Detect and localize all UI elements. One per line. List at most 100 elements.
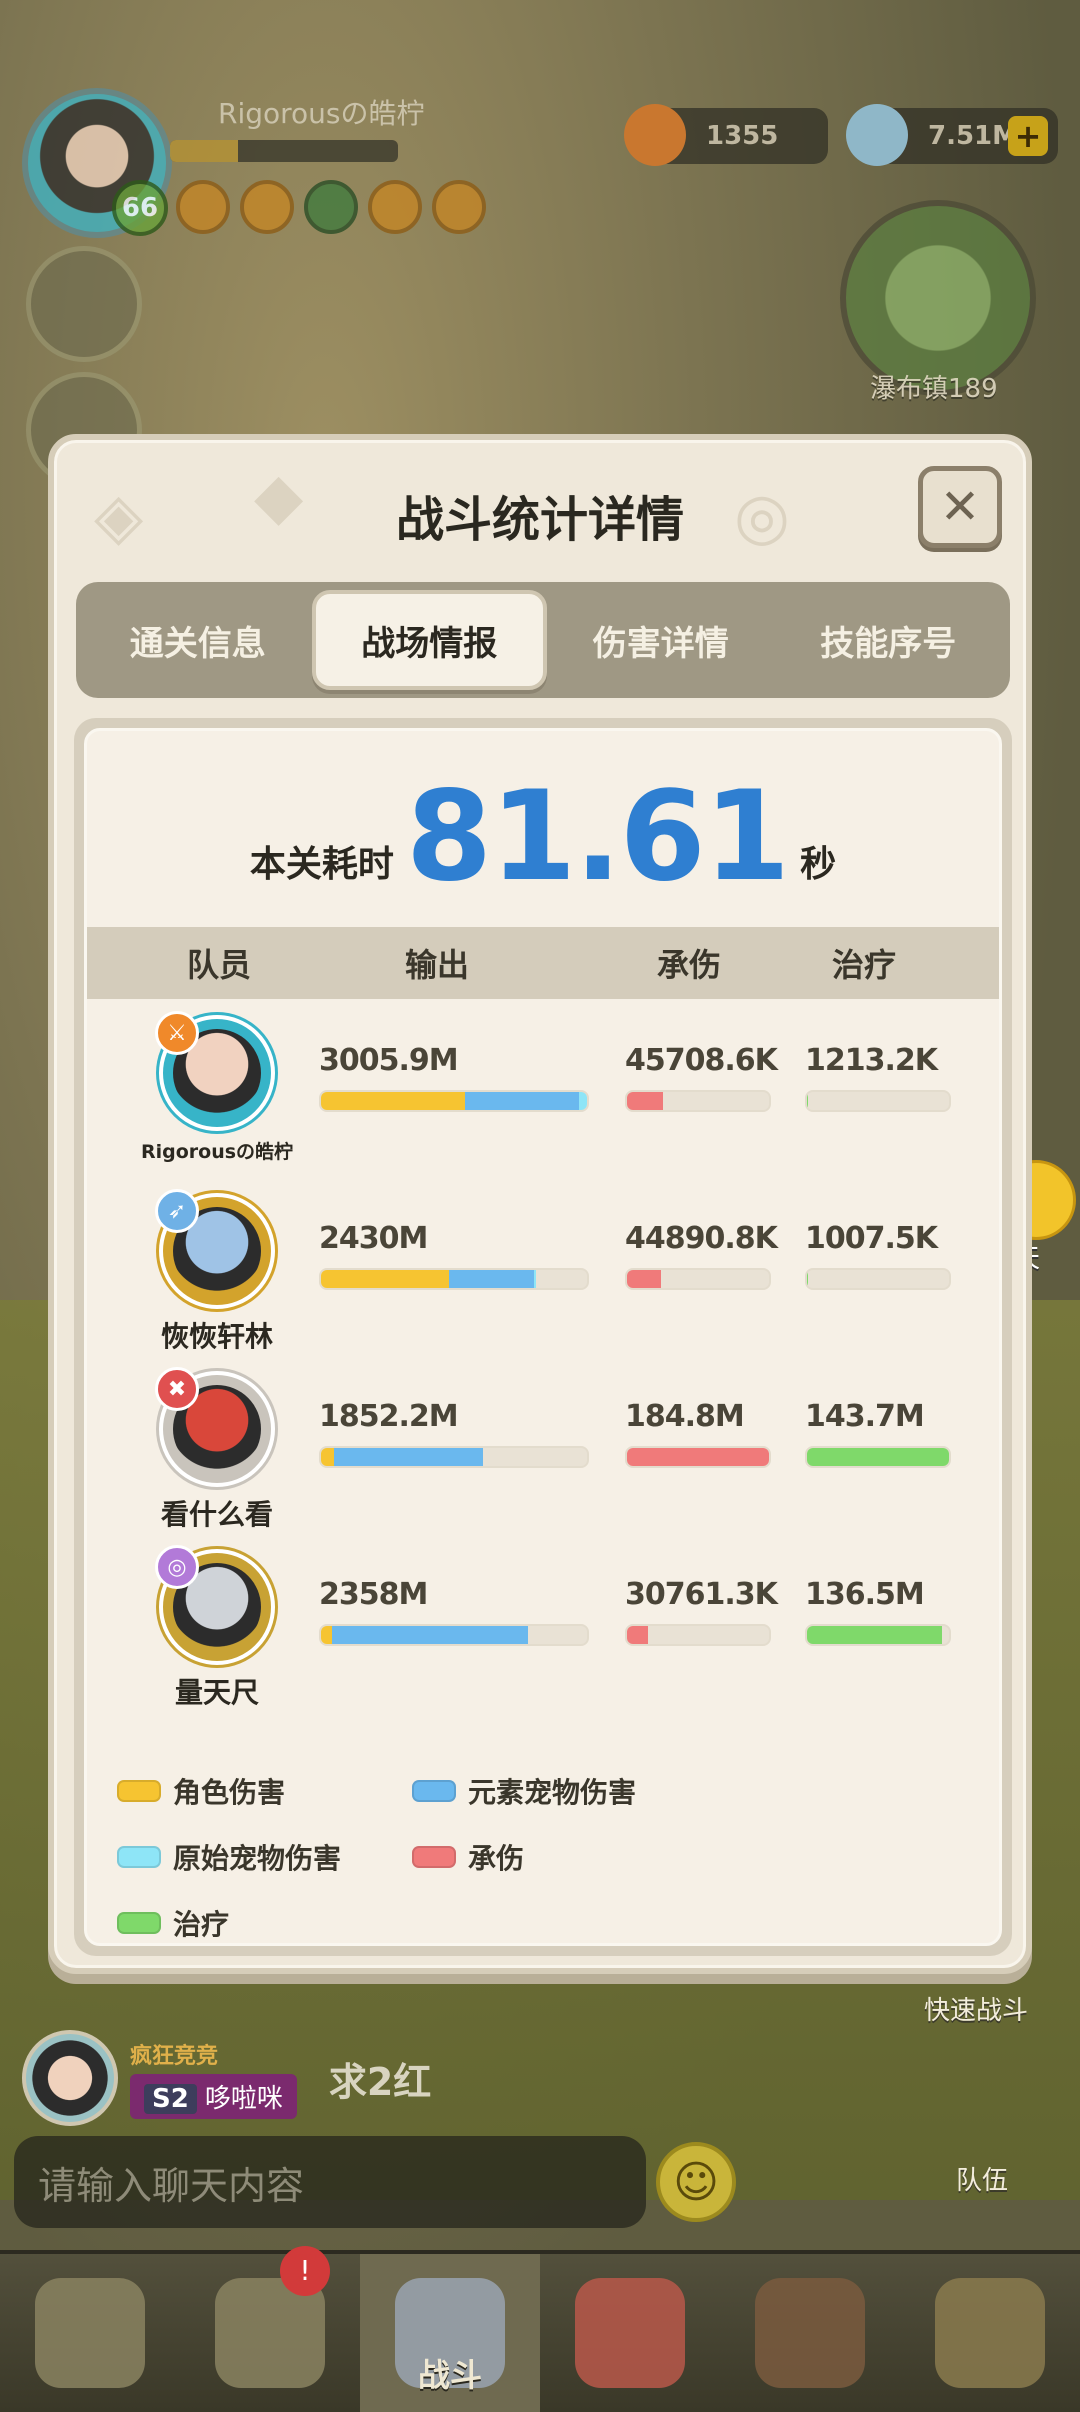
- damage-taken-stat: 184.8M: [625, 1399, 771, 1468]
- quick-battle-button[interactable]: 快速战斗: [924, 1990, 1028, 2027]
- legend-label: 原始宠物伤害: [173, 1842, 342, 1875]
- legend: 角色伤害 元素宠物伤害 原始宠物伤害 承伤 治疗: [117, 1771, 979, 1943]
- output-bar: [319, 1624, 589, 1646]
- output-bar: [319, 1268, 589, 1290]
- output-stat: 2430M: [319, 1221, 589, 1290]
- minimap[interactable]: [840, 200, 1036, 396]
- legend-swatch: [117, 1780, 161, 1802]
- gold-icon: [624, 104, 686, 166]
- member-cell[interactable]: ⚔ Rigorousの皓柠: [127, 1011, 307, 1164]
- shop-icon: [755, 2278, 865, 2388]
- add-diamond-button[interactable]: +: [1008, 116, 1048, 156]
- title-badge-icon[interactable]: [432, 180, 486, 234]
- diamond-icon: [846, 104, 908, 166]
- player-name: Rigorousの皓柠: [218, 97, 425, 130]
- avatar[interactable]: [22, 2030, 118, 2126]
- legend-item: 治疗: [117, 1903, 412, 1943]
- element-badge-icon: ✖: [155, 1367, 199, 1411]
- damage-taken-stat: 45708.6K: [625, 1043, 778, 1112]
- column-healing: 治疗: [832, 946, 897, 984]
- member-row: ➶ 恢恢轩林 2430M 44890.8K 1007.5K: [87, 1189, 999, 1371]
- member-row: ◎ 量天尺 2358M 30761.3K 136.5M: [87, 1545, 999, 1727]
- healing-bar: [805, 1446, 951, 1468]
- output-stat: 3005.9M: [319, 1043, 589, 1112]
- character-damage-segment: [321, 1626, 332, 1644]
- stats-panel-inner: 本关耗时 81.61 秒 队员 输出 承伤 治疗 ⚔ Rigorousの皓柠 300…: [84, 728, 1002, 1946]
- healing-stat: 1007.5K: [805, 1221, 951, 1290]
- time-value: 81.61: [405, 765, 790, 909]
- pet-shortcut[interactable]: [26, 246, 142, 362]
- damage-taken-value: 184.8M: [625, 1399, 745, 1434]
- output-value: 2358M: [319, 1577, 428, 1612]
- healing-bar: [805, 1624, 951, 1646]
- healing-stat: 143.7M: [805, 1399, 951, 1468]
- nav-item-character[interactable]: [0, 2254, 180, 2412]
- title-badge-icon[interactable]: [304, 180, 358, 234]
- title-badge-icon[interactable]: [368, 180, 422, 234]
- output-bar: [319, 1446, 589, 1468]
- emoji-button[interactable]: ☺: [656, 2142, 736, 2222]
- avatar: ⚔: [155, 1011, 275, 1131]
- output-value: 1852.2M: [319, 1399, 459, 1434]
- healing-value: 143.7M: [805, 1399, 925, 1434]
- close-button[interactable]: ✕: [918, 466, 1002, 548]
- smiley-icon: ☺: [673, 2156, 719, 2208]
- damage-taken-fill: [627, 1270, 662, 1288]
- output-bar: [319, 1090, 589, 1112]
- damage-taken-fill: [627, 1448, 769, 1466]
- member-row: ✖ 看什么看 1852.2M 184.8M 143.7M: [87, 1367, 999, 1549]
- character-damage-segment: [321, 1448, 335, 1466]
- element-pet-damage-segment: [464, 1092, 579, 1110]
- nav-item-hero[interactable]: !: [180, 2246, 360, 2412]
- element-pet-damage-segment: [334, 1448, 484, 1466]
- title-badge-icon[interactable]: [176, 180, 230, 234]
- player-exp-bar: [170, 140, 398, 162]
- member-cell[interactable]: ✖ 看什么看: [127, 1367, 307, 1533]
- nav-item-guild[interactable]: [900, 2254, 1080, 2412]
- primal-pet-damage-segment: [579, 1092, 587, 1110]
- table-header: 队员 输出 承伤 治疗: [87, 927, 999, 999]
- chat-input[interactable]: 请输入聊天内容: [14, 2136, 646, 2228]
- legend-swatch: [117, 1846, 161, 1868]
- battle-stats-modal: ◈ ◆ ◎ 战斗统计详情 ✕ 通关信息 战场情报 伤害详情 技能序号 本关耗时 …: [48, 434, 1032, 1974]
- chat-text: 求2红: [328, 2059, 432, 2104]
- legend-item: 元素宠物伤害: [412, 1771, 707, 1811]
- healing-fill: [807, 1448, 949, 1466]
- legend-item: 原始宠物伤害: [117, 1837, 412, 1877]
- character-damage-segment: [321, 1270, 449, 1288]
- diamond-value: 7.51M: [928, 121, 1019, 151]
- primal-pet-damage-segment: [533, 1270, 537, 1288]
- output-stat: 1852.2M: [319, 1399, 589, 1468]
- element-pet-damage-segment: [448, 1270, 534, 1288]
- diamond-counter[interactable]: 7.51M +: [846, 104, 1058, 166]
- gold-counter[interactable]: 1355: [624, 104, 828, 166]
- stats-panel: 本关耗时 81.61 秒 队员 输出 承伤 治疗 ⚔ Rigorousの皓柠 300…: [74, 718, 1012, 1956]
- damage-taken-bar: [625, 1446, 771, 1468]
- nav-item-pet[interactable]: [540, 2254, 720, 2412]
- avatar: ➶: [155, 1189, 275, 1309]
- title-badge-icon[interactable]: [240, 180, 294, 234]
- guild-icon: [935, 2278, 1045, 2388]
- tab-skill-order[interactable]: 技能序号: [775, 590, 1003, 690]
- member-cell[interactable]: ◎ 量天尺: [127, 1545, 307, 1711]
- member-cell[interactable]: ➶ 恢恢轩林: [127, 1189, 307, 1355]
- legend-label: 治疗: [173, 1908, 230, 1941]
- chat-message: 疯狂竞竞 S2 哆啦咪 求2红: [22, 2030, 431, 2126]
- gold-value: 1355: [706, 121, 779, 151]
- character-damage-segment: [321, 1092, 465, 1110]
- damage-taken-stat: 30761.3K: [625, 1577, 778, 1646]
- tab-damage-details[interactable]: 伤害详情: [547, 590, 775, 690]
- damage-taken-fill: [627, 1626, 649, 1644]
- legend-swatch: [117, 1912, 161, 1934]
- healing-stat: 136.5M: [805, 1577, 951, 1646]
- element-badge-icon: ⚔: [155, 1011, 199, 1055]
- tab-battlefield-intel[interactable]: 战场情报: [311, 590, 547, 690]
- healing-value: 1213.2K: [805, 1043, 938, 1078]
- nav-item-shop[interactable]: [720, 2254, 900, 2412]
- damage-taken-fill: [627, 1092, 663, 1110]
- tab-clear-info[interactable]: 通关信息: [84, 590, 312, 690]
- team-button[interactable]: 队伍: [956, 2160, 1008, 2197]
- character-icon: [35, 2278, 145, 2388]
- nav-item-battle[interactable]: 战斗: [360, 2254, 540, 2412]
- element-badge-icon: ➶: [155, 1189, 199, 1233]
